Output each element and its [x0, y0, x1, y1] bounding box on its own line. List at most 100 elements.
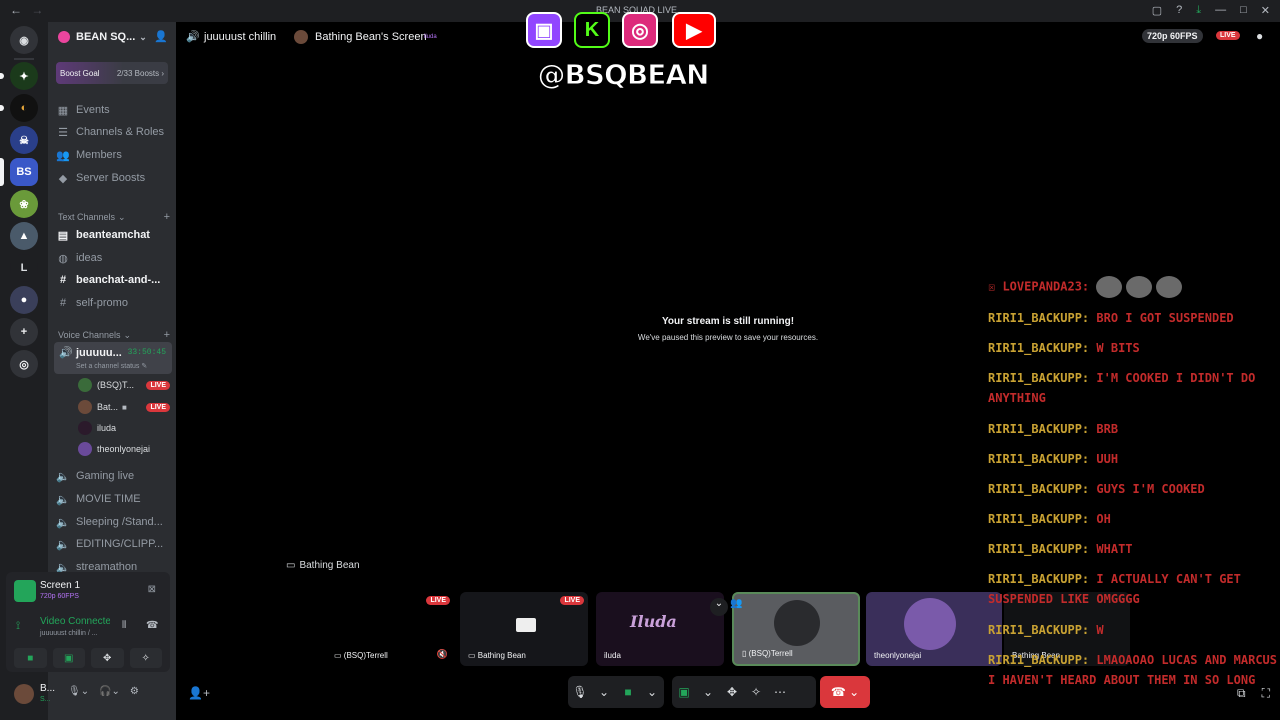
- discover-icon[interactable]: ◎: [10, 350, 38, 378]
- participant-tile[interactable]: ▯ (BSQ)Terrell: [732, 592, 860, 666]
- active-voice-channel[interactable]: 🔊 juuuuu... 33:50:45 Set a channel statu…: [54, 342, 172, 374]
- voice-member[interactable]: Bat... ■ LIVE: [78, 398, 170, 416]
- add-server-icon[interactable]: +: [10, 318, 38, 346]
- add-friend-icon[interactable]: 👥: [730, 598, 742, 609]
- server-icon-2[interactable]: ◐: [0, 94, 38, 122]
- fullscreen-icon[interactable]: ⛶: [1262, 686, 1270, 701]
- channel-label: Gaming live: [76, 470, 135, 482]
- server-icon-letter[interactable]: L: [10, 254, 38, 282]
- collapse-chevron-icon[interactable]: ⌄: [710, 598, 728, 616]
- chat-icon[interactable]: ●: [1256, 29, 1263, 43]
- minimize-icon[interactable]: —: [1215, 4, 1226, 17]
- stop-stream-icon[interactable]: ⊠: [148, 584, 156, 595]
- camera-button[interactable]: ■: [14, 648, 47, 668]
- gear-icon[interactable]: ⚙: [130, 686, 139, 697]
- chat-user: RIRI1_BACKUPP:: [988, 422, 1090, 436]
- forward-arrow-icon[interactable]: →: [31, 3, 43, 17]
- download-icon[interactable]: ⤓: [1196, 4, 1201, 17]
- microphone-button[interactable]: 🎙: [568, 685, 592, 699]
- nav-members[interactable]: 👥 Members: [56, 145, 172, 165]
- nav-server-boosts[interactable]: ◆ Server Boosts: [56, 168, 172, 188]
- avatar[interactable]: [14, 684, 34, 704]
- channel-beanchat[interactable]: # beanchat-and-...: [56, 270, 172, 290]
- nav-channels-roles[interactable]: ☰ Channels & Roles: [56, 122, 172, 142]
- activities-button[interactable]: ✥: [720, 685, 744, 699]
- disconnect-button[interactable]: ☎ ⌄: [820, 676, 870, 708]
- popout-icon[interactable]: ⧉: [1237, 686, 1246, 701]
- guild-header[interactable]: BEAN SQ... ⌄ 👤: [48, 22, 176, 52]
- add-channel-icon[interactable]: +: [164, 211, 170, 223]
- voice-member[interactable]: iluda: [78, 419, 170, 437]
- participant-tile[interactable]: Iluda iluda: [596, 592, 724, 666]
- boost-goal-bar[interactable]: Boost Goal 2/33 Boosts ›: [56, 62, 168, 84]
- live-badge: LIVE: [1216, 31, 1240, 40]
- activities-button[interactable]: ✥: [91, 648, 124, 668]
- voice-channel[interactable]: 🔈 MOVIE TIME: [56, 489, 172, 509]
- screen-icon: ▭: [468, 651, 478, 660]
- server-icon-1[interactable]: ✦: [0, 62, 38, 90]
- rtc-panel: Screen 1 720p 60FPS ⊠ ⟟ Video Connected …: [6, 572, 170, 672]
- server-icon-3[interactable]: ☠: [10, 126, 38, 154]
- participant-name: ▭ (BSQ)Terrell: [334, 651, 388, 660]
- screen-share-preview[interactable]: Screen 1 720p 60FPS ⊠: [14, 578, 162, 604]
- add-channel-icon[interactable]: +: [164, 329, 170, 341]
- hashtag-icon: #: [59, 297, 67, 309]
- category-text-channels[interactable]: Text Channels ⌄ +: [58, 211, 170, 223]
- invite-icon[interactable]: 👤+: [188, 686, 210, 700]
- soundboard-button[interactable]: ✧: [129, 648, 162, 668]
- soundboard-button[interactable]: ✧: [744, 685, 768, 699]
- category-voice-channels[interactable]: Voice Channels ⌄ +: [58, 329, 170, 341]
- server-icon-bsq[interactable]: BS: [0, 158, 38, 186]
- voice-channel[interactable]: 🔈 EDITING/CLIPP...: [56, 534, 172, 554]
- maximize-icon[interactable]: □: [1240, 4, 1247, 17]
- participant-tile[interactable]: LIVE ▭ Bathing Bean: [460, 592, 588, 666]
- participant-tile[interactable]: theonlyonejai: [866, 592, 1002, 666]
- disconnect-icon[interactable]: ☎: [146, 620, 158, 631]
- channel-self-promo[interactable]: # self-promo: [56, 293, 172, 313]
- channel-ideas[interactable]: ◍ ideas: [56, 248, 172, 268]
- more-options-button[interactable]: ⋯: [768, 685, 792, 699]
- server-icon-5[interactable]: ❀: [10, 190, 38, 218]
- connection-channel[interactable]: juuuuust chillin / ...: [40, 630, 98, 637]
- fullscreen-controls: ⧉ ⛶: [1237, 686, 1270, 701]
- chevron-down-icon[interactable]: ⌄: [592, 685, 616, 699]
- discord-home-icon[interactable]: ◉: [10, 26, 38, 54]
- chat-user: RIRI1_BACKUPP:: [988, 311, 1090, 325]
- live-badge: LIVE: [560, 596, 584, 605]
- chat-user: RIRI1_BACKUPP:: [988, 341, 1090, 355]
- microphone-icon[interactable]: 🎙⌄: [68, 686, 89, 697]
- help-icon[interactable]: ?: [1176, 4, 1182, 17]
- stream-quality-badge[interactable]: 720p 60FPS: [1142, 29, 1203, 43]
- channel-status[interactable]: Set a channel status ✎: [76, 362, 147, 370]
- headphones-icon[interactable]: 🎧⌄: [99, 686, 120, 697]
- signal-icon[interactable]: ⟟: [16, 620, 20, 633]
- server-icon-8[interactable]: ●: [10, 286, 38, 314]
- back-arrow-icon[interactable]: ←: [10, 3, 22, 17]
- avatar: [774, 600, 820, 646]
- chat-line: RIRI1_BACKUPP: BRB: [988, 419, 1280, 439]
- screen-icon[interactable]: ▢: [1152, 4, 1162, 17]
- share-screen-button[interactable]: ▣: [672, 685, 696, 699]
- nav-events[interactable]: ▦ Events: [56, 100, 172, 120]
- channel-beanteamchat[interactable]: ▤ beanteamchat: [56, 225, 172, 245]
- voice-channel[interactable]: 🔈 Gaming live: [56, 466, 172, 486]
- invite-people-icon[interactable]: 👤: [154, 30, 168, 43]
- user-name[interactable]: B...: [40, 683, 55, 694]
- chevron-down-icon[interactable]: ⌄: [696, 685, 720, 699]
- share-screen-button[interactable]: ▣: [52, 648, 85, 668]
- noise-suppression-icon[interactable]: ⫴: [122, 620, 126, 631]
- channel-label: beanteamchat: [76, 229, 150, 241]
- streamer-label: ▭ Bathing Bean: [286, 560, 364, 571]
- server-icon-6[interactable]: ▲: [10, 222, 38, 250]
- camera-button[interactable]: ■: [616, 685, 640, 699]
- voice-channel[interactable]: 🔈 Sleeping /Stand...: [56, 512, 172, 532]
- voice-member[interactable]: theonlyonejai: [78, 440, 170, 458]
- participant-name: iluda: [604, 651, 621, 660]
- participant-tile[interactable]: LIVE ▭ (BSQ)Terrell 🔇: [326, 592, 454, 666]
- chevron-down-icon: ⌄: [118, 211, 126, 222]
- phone-icon: ▯: [742, 649, 749, 658]
- voice-member[interactable]: (BSQ)T... LIVE: [78, 376, 170, 394]
- chevron-down-icon[interactable]: ⌄: [640, 685, 664, 699]
- close-icon[interactable]: ✕: [1261, 4, 1270, 17]
- voice-channel-title[interactable]: juuuuust chillin: [204, 31, 276, 43]
